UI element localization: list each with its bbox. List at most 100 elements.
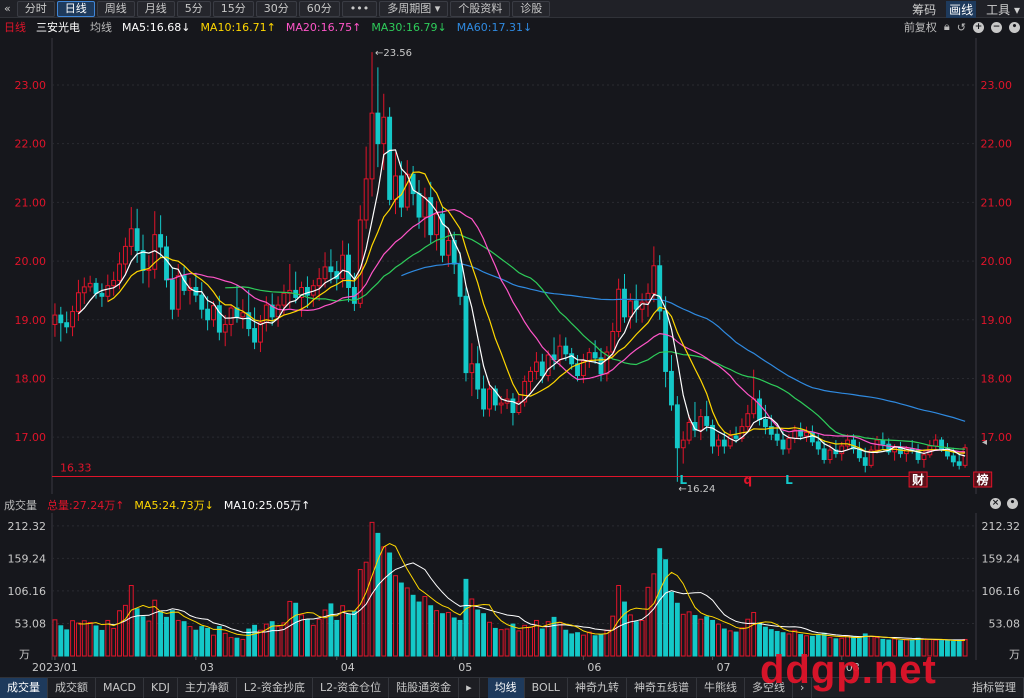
- x-tick-label: 07: [717, 661, 731, 674]
- candle-body: [228, 307, 234, 325]
- volume-bar: [152, 599, 158, 657]
- volume-bar: [492, 627, 498, 657]
- volume-bar: [387, 552, 393, 657]
- candle-body: [815, 441, 821, 450]
- candle-body: [821, 448, 827, 460]
- candle-body: [222, 323, 228, 333]
- volume-bar: [633, 621, 639, 657]
- event-marker: 财: [911, 472, 924, 487]
- candle-body: [786, 437, 792, 450]
- volume-tick-left: 53.08: [15, 617, 47, 630]
- candle-body: [733, 435, 739, 439]
- high-annotation: ←23.56: [375, 48, 412, 59]
- candle-body: [592, 352, 598, 359]
- volume-bar: [81, 620, 87, 657]
- candle-body: [657, 265, 663, 312]
- candle-body: [416, 193, 422, 218]
- indicator-tab[interactable]: 牛熊线: [697, 677, 745, 698]
- candle-body: [117, 263, 122, 281]
- x-tick-label: 04: [341, 661, 355, 674]
- candle-body: [240, 312, 246, 318]
- volume-bar: [58, 625, 64, 657]
- volume-bar: [146, 620, 152, 657]
- volume-bar: [710, 619, 716, 657]
- candle-body: [328, 266, 334, 273]
- candle-body: [645, 292, 651, 303]
- current-price-marker: ◂: [982, 437, 987, 448]
- volume-tick-left: 212.32: [8, 520, 47, 533]
- indicator-tab[interactable]: 指标管理: [965, 677, 1024, 698]
- volume-bar: [610, 615, 616, 657]
- candle-body: [52, 314, 58, 325]
- candle-body: [498, 402, 504, 406]
- volume-bar: [580, 634, 586, 657]
- candle-body: [434, 213, 440, 236]
- event-marker: L: [679, 473, 687, 487]
- indicator-tab[interactable]: 主力净额: [178, 677, 237, 698]
- candle-body: [463, 295, 469, 374]
- candle-body: [751, 398, 757, 415]
- volume-bar: [528, 626, 533, 657]
- volume-bar: [351, 610, 357, 657]
- indicator-tab[interactable]: 均线: [487, 677, 525, 698]
- volume-bar: [99, 629, 105, 657]
- candle-body: [64, 322, 70, 328]
- indicator-tab[interactable]: 神奇九转: [568, 677, 627, 698]
- volume-bar: [627, 614, 633, 657]
- price-tick-right: 22.00: [981, 138, 1013, 151]
- volume-bar: [410, 594, 416, 657]
- indicator-tab[interactable]: 陆股通资金: [389, 677, 460, 698]
- volume-bar: [498, 629, 504, 657]
- volume-bar: [504, 628, 510, 657]
- candle-body: [469, 363, 475, 374]
- indicator-tab[interactable]: L2-资金仓位: [313, 677, 390, 698]
- volume-bar: [692, 615, 698, 657]
- price-tick-right: 20.00: [981, 255, 1013, 268]
- indicator-tab[interactable]: 成交量: [0, 677, 48, 698]
- volume-bar: [487, 621, 492, 657]
- volume-bar: [228, 637, 234, 657]
- volume-bar: [369, 521, 375, 657]
- candle-body: [716, 439, 721, 447]
- price-tick-left: 19.00: [15, 314, 47, 327]
- volume-tick-right: 53.08: [989, 617, 1021, 630]
- volume-bar: [164, 616, 169, 657]
- volume-bar: [304, 619, 310, 657]
- volume-bar: [416, 601, 422, 657]
- volume-bar: [510, 623, 516, 657]
- candle-body: [651, 265, 657, 294]
- indicator-tab[interactable]: 成交额: [48, 677, 96, 698]
- volume-bar: [205, 627, 211, 657]
- candle-body: [962, 447, 968, 466]
- candle-body: [369, 112, 375, 180]
- indicator-tab[interactable]: L2-资金抄底: [237, 677, 314, 698]
- indicator-tab[interactable]: 神奇五线谱: [627, 677, 697, 698]
- candle-body: [545, 354, 551, 377]
- indicator-tab[interactable]: ▸: [459, 677, 480, 698]
- volume-bar: [64, 629, 70, 657]
- price-tick-left: 21.00: [15, 196, 47, 209]
- volume-bar: [175, 619, 181, 657]
- indicator-tab[interactable]: MACD: [96, 677, 144, 698]
- indicator-tab[interactable]: BOLL: [525, 677, 568, 698]
- volume-bar: [669, 591, 674, 657]
- candle-body: [933, 439, 939, 447]
- candle-body: [586, 352, 592, 362]
- kline-chart[interactable]: 23.00 23.00 22.00 22.00 21.00 21.00 20.00 20.00…: [0, 0, 1024, 697]
- indicator-tab[interactable]: KDJ: [144, 677, 178, 698]
- volume-bar: [522, 624, 528, 657]
- volume-bar: [140, 616, 146, 657]
- volume-bar: [169, 610, 175, 657]
- volume-bar: [234, 637, 240, 657]
- candle-body: [175, 275, 181, 310]
- volume-bar: [569, 633, 575, 657]
- candle-body: [81, 286, 87, 294]
- candle-body: [258, 322, 263, 343]
- candle-body: [128, 228, 134, 247]
- candle-body: [158, 234, 164, 248]
- candle-body: [322, 266, 328, 280]
- candle-body: [205, 308, 211, 321]
- volume-tick-left: 106.16: [8, 585, 47, 598]
- candle-body: [281, 292, 287, 306]
- volume-tick-right: 106.16: [982, 585, 1021, 598]
